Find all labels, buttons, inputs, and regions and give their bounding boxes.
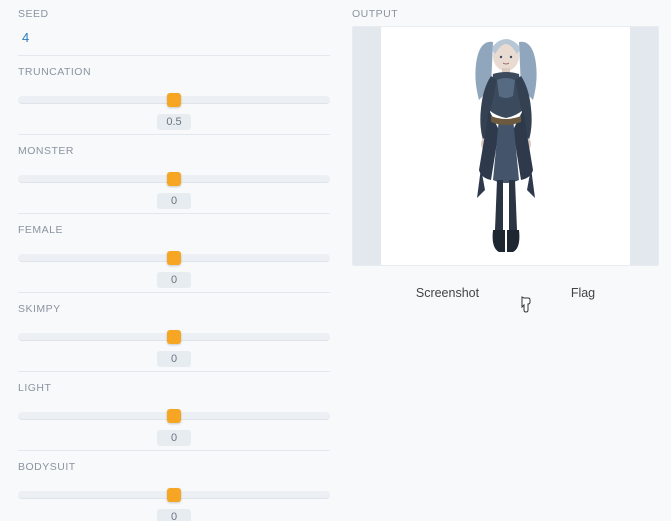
slider-value: 0 — [157, 193, 191, 209]
slider-group: FEMALE 0 — [18, 224, 330, 293]
slider-label: MONSTER — [18, 145, 330, 157]
slider-thumb[interactable] — [167, 251, 181, 265]
slider-group: SKIMPY 0 — [18, 303, 330, 372]
output-panel: OUTPUT — [344, 0, 671, 521]
slider-thumb[interactable] — [167, 488, 181, 502]
slider-value: 0 — [157, 509, 191, 521]
slider-group: TRUNCATION 0.5 — [18, 66, 330, 135]
slider-value: 0.5 — [157, 114, 191, 130]
seed-input[interactable]: 4 — [18, 24, 330, 56]
slider-track[interactable] — [18, 171, 330, 187]
slider-label: TRUNCATION — [18, 66, 330, 78]
output-image-frame — [352, 26, 659, 266]
slider-label: BODYSUIT — [18, 461, 330, 473]
output-label: OUTPUT — [352, 8, 659, 20]
slider-label: SKIMPY — [18, 303, 330, 315]
slider-track[interactable] — [18, 408, 330, 424]
output-image — [381, 27, 630, 265]
slider-track[interactable] — [18, 92, 330, 108]
seed-label: SEED — [18, 8, 330, 20]
flag-button[interactable]: Flag — [565, 282, 601, 304]
output-pad-right — [630, 27, 658, 265]
slider-group: MONSTER 0 — [18, 145, 330, 214]
screenshot-button[interactable]: Screenshot — [410, 282, 485, 304]
slider-label: LIGHT — [18, 382, 330, 394]
output-pad-left — [353, 27, 381, 265]
slider-track[interactable] — [18, 329, 330, 345]
slider-thumb[interactable] — [167, 172, 181, 186]
controls-panel: SEED 4 TRUNCATION0.5MONSTER0FEMALE0SKIMP… — [0, 0, 344, 521]
slider-thumb[interactable] — [167, 93, 181, 107]
slider-thumb[interactable] — [167, 409, 181, 423]
slider-thumb[interactable] — [167, 330, 181, 344]
slider-value: 0 — [157, 430, 191, 446]
slider-label: FEMALE — [18, 224, 330, 236]
slider-value: 0 — [157, 351, 191, 367]
slider-track[interactable] — [18, 487, 330, 503]
character-illustration — [441, 30, 571, 262]
slider-track[interactable] — [18, 250, 330, 266]
slider-value: 0 — [157, 272, 191, 288]
slider-group: BODYSUIT 0 — [18, 461, 330, 521]
slider-group: LIGHT 0 — [18, 382, 330, 451]
